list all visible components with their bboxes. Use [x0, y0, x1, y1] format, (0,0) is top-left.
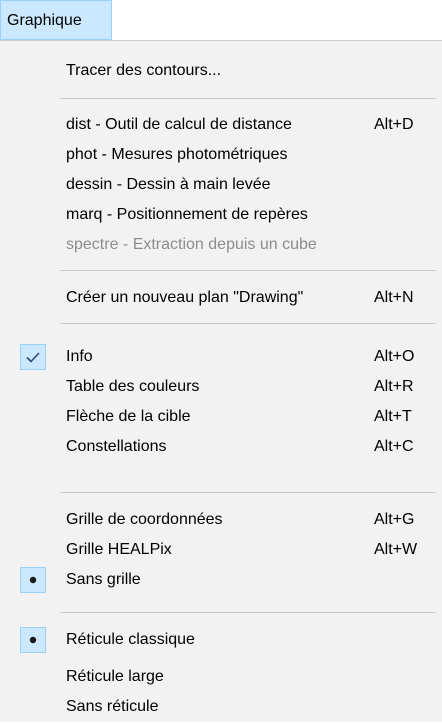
menu-item-trace-contours[interactable]: Tracer des contours... — [0, 53, 442, 89]
menu-item-spectre: spectre - Extraction depuis un cube — [0, 227, 442, 263]
radio-dot-icon — [20, 567, 46, 593]
menu-item-label: Constellations — [66, 438, 167, 455]
menu-separator — [60, 323, 436, 324]
menu-separator — [60, 612, 436, 613]
menu-item-constellations[interactable]: Constellations Alt+C — [0, 429, 442, 465]
menu-item-label: spectre - Extraction depuis un cube — [66, 236, 317, 253]
menu-graphique[interactable]: Graphique — [0, 0, 112, 40]
check-icon — [20, 344, 46, 370]
menu-item-label: Tracer des contours... — [66, 62, 222, 79]
menu-item-no-reticle[interactable]: Sans réticule — [0, 689, 442, 725]
menu-item-no-grid[interactable]: Sans grille — [0, 562, 442, 598]
menu-item-shortcut: Alt+N — [374, 289, 414, 306]
menu-item-reticle-classic[interactable]: Réticule classique — [0, 622, 442, 658]
menu-item-label: Réticule classique — [66, 631, 195, 648]
menu-bar: Graphique — [0, 0, 442, 40]
graphique-dropdown-menu: Tracer des contours... dist - Outil de c… — [0, 40, 442, 722]
menu-separator — [60, 270, 436, 271]
radio-dot-icon — [20, 627, 46, 653]
menu-separator — [60, 98, 436, 99]
menu-item-label: Sans réticule — [66, 698, 159, 715]
menu-separator — [60, 492, 436, 493]
menu-item-new-drawing-plane[interactable]: Créer un nouveau plan "Drawing" Alt+N — [0, 280, 442, 316]
menu-item-label: Sans grille — [66, 571, 141, 588]
menu-item-label: Créer un nouveau plan "Drawing" — [66, 289, 304, 306]
menu-item-shortcut: Alt+C — [374, 438, 414, 455]
